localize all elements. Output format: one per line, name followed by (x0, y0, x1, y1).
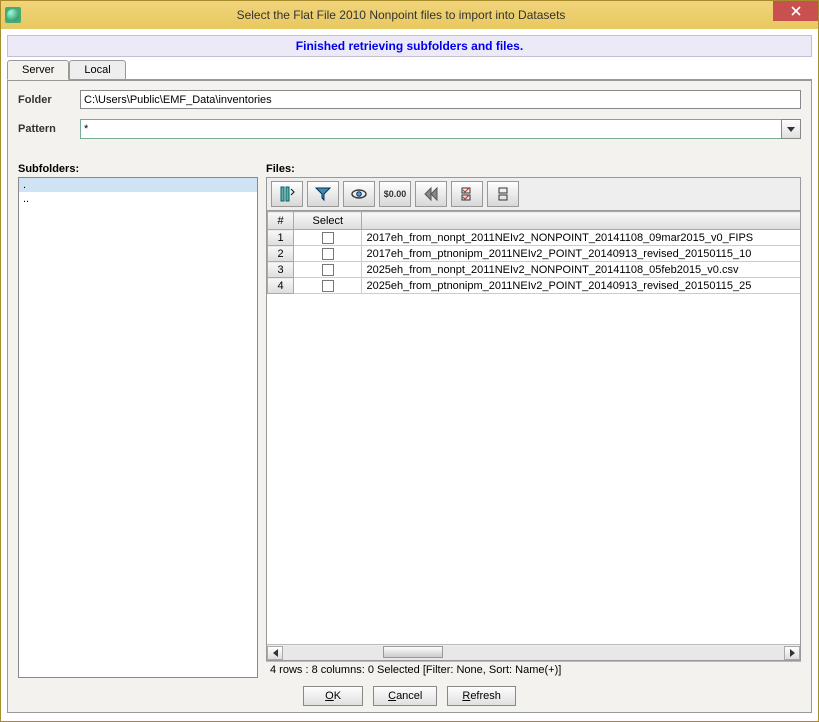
folder-input[interactable] (80, 90, 801, 109)
funnel-icon (314, 185, 332, 203)
row-checkbox[interactable] (322, 264, 334, 276)
subfolders-label: Subfolders: (18, 163, 258, 175)
tab-panel-server: Folder Pattern Subfolders: . .. (7, 79, 812, 713)
filter-button[interactable] (307, 181, 339, 207)
table-row[interactable]: 3 2025eh_from_nonpt_2011NEIv2_NONPOINT_2… (268, 262, 801, 278)
tab-strip: Server Local (7, 60, 812, 81)
status-message: Finished retrieving subfolders and files… (7, 35, 812, 57)
row-checkbox[interactable] (322, 232, 334, 244)
table-row[interactable]: 4 2025eh_from_ptnonipm_2011NEIv2_POINT_2… (268, 278, 801, 294)
sort-button[interactable] (271, 181, 303, 207)
row-number: 4 (268, 278, 294, 294)
scroll-thumb[interactable] (383, 646, 443, 658)
scroll-right-icon[interactable] (784, 646, 800, 660)
clear-all-icon (494, 185, 512, 203)
file-name-cell: 2025eh_from_ptnonipm_2011NEIv2_POINT_201… (362, 278, 800, 294)
select-all-button[interactable] (451, 181, 483, 207)
tab-local[interactable]: Local (69, 60, 125, 80)
select-all-icon (458, 185, 476, 203)
files-label: Files: (266, 163, 801, 175)
scroll-left-icon[interactable] (267, 646, 283, 660)
table-row[interactable]: 2 2017eh_from_ptnonipm_2011NEIv2_POINT_2… (268, 246, 801, 262)
button-bar: OK Cancel Refresh (18, 678, 801, 706)
row-checkbox[interactable] (322, 248, 334, 260)
row-number: 3 (268, 262, 294, 278)
dialog-window: Select the Flat File 2010 Nonpoint files… (0, 0, 819, 722)
horizontal-scrollbar[interactable] (267, 644, 800, 660)
col-header-num[interactable]: # (268, 212, 294, 230)
file-name-cell: 2025eh_from_nonpt_2011NEIv2_NONPOINT_201… (362, 262, 800, 278)
show-hide-button[interactable] (343, 181, 375, 207)
pattern-label: Pattern (18, 123, 80, 135)
col-header-name[interactable]: Name (362, 212, 800, 230)
format-button[interactable]: $0.00 (379, 181, 411, 207)
pattern-dropdown-button[interactable] (781, 119, 801, 139)
window-title: Select the Flat File 2010 Nonpoint files… (29, 8, 773, 22)
refresh-button[interactable]: Refresh (447, 686, 516, 706)
close-icon (791, 6, 801, 16)
row-number: 2 (268, 246, 294, 262)
subfolders-list[interactable]: . .. (18, 177, 258, 678)
reset-button[interactable] (415, 181, 447, 207)
files-grid: # Select Name 1 2017eh_from (266, 210, 801, 661)
content: Finished retrieving subfolders and files… (1, 29, 818, 721)
list-item[interactable]: .. (19, 192, 257, 206)
pattern-input[interactable] (80, 119, 782, 139)
folder-label: Folder (18, 94, 80, 106)
list-item[interactable]: . (19, 178, 257, 192)
cancel-button[interactable]: Cancel (373, 686, 437, 706)
rewind-icon (422, 185, 440, 203)
app-icon (5, 7, 21, 23)
grid-status: 4 rows : 8 columns: 0 Selected [Filter: … (266, 661, 801, 678)
clear-all-button[interactable] (487, 181, 519, 207)
eye-icon (350, 185, 368, 203)
row-number: 1 (268, 230, 294, 246)
close-button[interactable] (773, 1, 818, 21)
table-row[interactable]: 1 2017eh_from_nonpt_2011NEIv2_NONPOINT_2… (268, 230, 801, 246)
ok-button[interactable]: OK (303, 686, 363, 706)
tab-server[interactable]: Server (7, 60, 69, 80)
file-name-cell: 2017eh_from_nonpt_2011NEIv2_NONPOINT_201… (362, 230, 800, 246)
titlebar: Select the Flat File 2010 Nonpoint files… (1, 1, 818, 29)
col-header-select[interactable]: Select (294, 212, 362, 230)
file-name-cell: 2017eh_from_ptnonipm_2011NEIv2_POINT_201… (362, 246, 800, 262)
files-toolbar: $0.00 (266, 177, 801, 211)
sort-icon (278, 185, 296, 203)
row-checkbox[interactable] (322, 280, 334, 292)
